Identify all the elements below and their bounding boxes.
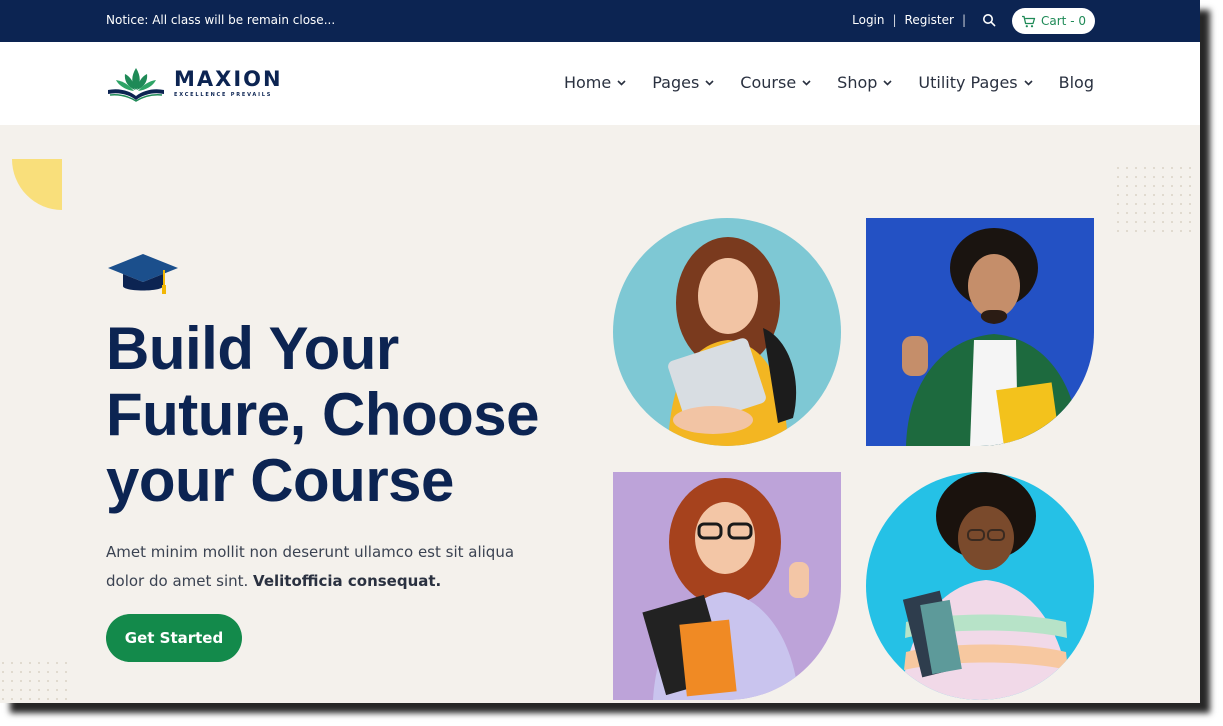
student-photo-3: [613, 472, 841, 700]
nav-item-pages[interactable]: Pages: [652, 73, 714, 92]
chevron-down-icon: [883, 79, 892, 86]
notice-text: Notice: All class will be remain close..…: [106, 13, 336, 27]
chevron-down-icon: [705, 79, 714, 86]
logo-wordmark: MAXION EXCELLENCE PREVAILS: [174, 66, 283, 98]
nav-item-utility-pages[interactable]: Utility Pages: [918, 73, 1033, 92]
dot-grid-decoration: [0, 660, 72, 703]
student-holding-books-illustration: [866, 472, 1094, 700]
nav-item-blog[interactable]: Blog: [1059, 73, 1094, 92]
cart-label: Cart - 0: [1041, 14, 1086, 28]
chevron-down-icon: [1024, 79, 1033, 86]
get-started-button[interactable]: Get Started: [106, 614, 242, 662]
site-header: MAXION EXCELLENCE PREVAILS Home Pages Co…: [0, 42, 1200, 125]
search-icon[interactable]: [982, 13, 996, 27]
hero-headline: Build Your Future, Choose your Course: [106, 316, 546, 514]
main-nav: Home Pages Course Shop Utility Pages Blo…: [564, 73, 1094, 92]
nav-label: Utility Pages: [918, 73, 1018, 92]
nav-label: Pages: [652, 73, 700, 92]
hero-description: Amet minim mollit non deserunt ullamco e…: [106, 538, 516, 596]
cart-icon: [1022, 15, 1036, 27]
student-with-notebooks-illustration: [613, 472, 841, 700]
auth-links: Login | Register |: [852, 13, 974, 27]
top-notice-bar: Notice: All class will be remain close..…: [0, 0, 1200, 42]
brand-tagline: EXCELLENCE PREVAILS: [174, 91, 273, 98]
login-link[interactable]: Login: [852, 13, 884, 27]
chevron-down-icon: [617, 79, 626, 86]
nav-item-shop[interactable]: Shop: [837, 73, 892, 92]
nav-item-home[interactable]: Home: [564, 73, 626, 92]
browser-viewport: Notice: All class will be remain close..…: [0, 0, 1200, 703]
quarter-circle-decoration: [12, 159, 62, 210]
student-photo-2: [866, 218, 1094, 446]
site-logo[interactable]: MAXION EXCELLENCE PREVAILS: [106, 64, 283, 102]
dot-grid-decoration: [1116, 166, 1192, 238]
student-with-folder-illustration: [866, 218, 1094, 446]
nav-label: Blog: [1058, 73, 1094, 92]
lotus-book-logo-icon: [108, 68, 164, 102]
headline-line-3: your Course: [106, 447, 454, 514]
student-with-laptop-illustration: [613, 218, 841, 446]
separator: |: [892, 13, 897, 27]
cart-button[interactable]: Cart - 0: [1012, 8, 1095, 34]
headline-line-1: Build Your: [106, 315, 399, 382]
register-link[interactable]: Register: [905, 13, 954, 27]
nav-item-course[interactable]: Course: [740, 73, 811, 92]
nav-label: Home: [563, 73, 612, 92]
separator: |: [961, 13, 966, 27]
nav-label: Course: [740, 73, 797, 92]
brand-name: MAXION: [174, 66, 283, 91]
hero-body-bold: Velitofficia consequat.: [253, 572, 442, 590]
student-photo-1: [613, 218, 841, 446]
graduation-cap-icon: [108, 254, 178, 294]
hero-text-block: Build Your Future, Choose your Course Am…: [106, 252, 546, 596]
headline-line-2: Future, Choose: [106, 381, 540, 448]
nav-label: Shop: [837, 73, 878, 92]
chevron-down-icon: [802, 79, 811, 86]
student-photo-4: [866, 472, 1094, 700]
